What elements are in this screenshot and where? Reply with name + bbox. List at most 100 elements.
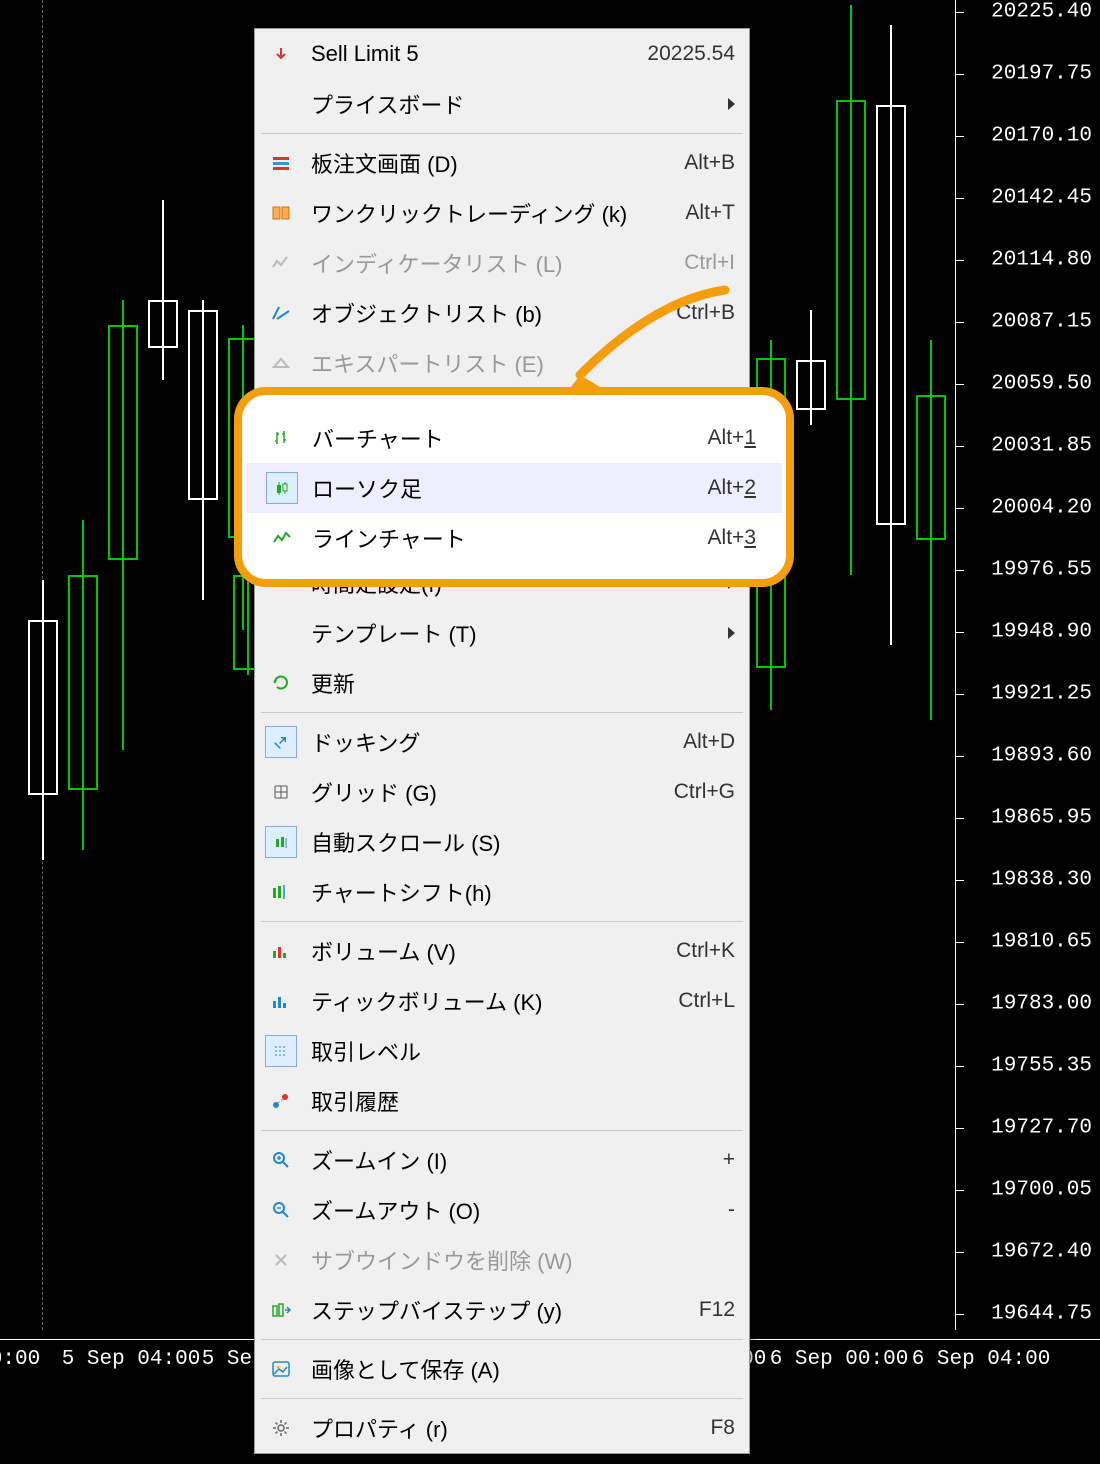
menu-shortcut: Alt+D — [683, 730, 735, 754]
tick-volume-icon — [265, 985, 297, 1017]
chart-shift-icon — [265, 876, 297, 908]
one-click-icon — [265, 197, 297, 229]
menu-separator — [261, 712, 743, 713]
menu-label: サブウインドウを削除 (W) — [311, 1244, 735, 1276]
menu-value: 20225.54 — [647, 42, 735, 66]
trade-levels-icon — [265, 1035, 297, 1067]
menu-properties[interactable]: プロパティ (r) F8 — [255, 1403, 749, 1453]
time-label: 6 Sep 00:00 — [770, 1348, 909, 1371]
price-label: 19783.00 — [991, 993, 1092, 1016]
menu-separator — [261, 1339, 743, 1340]
pin-icon — [265, 726, 297, 758]
menu-sell-limit[interactable]: Sell Limit 5 20225.54 — [255, 29, 749, 79]
menu-shortcut: + — [723, 1148, 735, 1172]
auto-scroll-icon — [265, 826, 297, 858]
menu-shortcut: F8 — [710, 1416, 735, 1440]
price-label: 20031.85 — [991, 435, 1092, 458]
menu-shortcut: F12 — [699, 1298, 735, 1322]
menu-shortcut: Ctrl+L — [678, 989, 735, 1013]
price-label: 20114.80 — [991, 249, 1092, 272]
menu-tick-volume[interactable]: ティックボリューム (K) Ctrl+L — [255, 976, 749, 1026]
zoom-in-icon — [265, 1144, 297, 1176]
menu-label: ティックボリューム (K) — [311, 985, 678, 1017]
price-label: 19976.55 — [991, 559, 1092, 582]
menu-label: 画像として保存 (A) — [311, 1353, 735, 1385]
menu-save-image[interactable]: 画像として保存 (A) — [255, 1344, 749, 1394]
menu-label: 更新 — [311, 667, 735, 699]
menu-label: ステップバイステップ (y) — [311, 1294, 699, 1326]
menu-docking[interactable]: ドッキング Alt+D — [255, 717, 749, 767]
menu-label: Sell Limit 5 — [311, 41, 647, 67]
price-label: 20197.75 — [991, 63, 1092, 86]
menu-label: プロパティ (r) — [311, 1412, 710, 1444]
menu-label: 取引履歴 — [311, 1085, 735, 1117]
indicator-icon — [265, 247, 297, 279]
menu-label: 取引レベル — [311, 1035, 735, 1067]
object-list-icon — [265, 297, 297, 329]
menu-trade-history[interactable]: 取引履歴 — [255, 1076, 749, 1126]
price-label: 19948.90 — [991, 621, 1092, 644]
price-label: 20225.40 — [991, 1, 1092, 24]
menu-trade-levels[interactable]: 取引レベル — [255, 1026, 749, 1076]
menu-label: ズームイン (I) — [311, 1144, 723, 1176]
menu-label: グリッド (G) — [311, 776, 674, 808]
price-axis: 20225.40 20197.75 20170.10 20142.45 2011… — [955, 0, 1100, 1330]
menu-separator — [261, 133, 743, 134]
menu-chart-type-area — [255, 388, 749, 558]
sell-arrow-icon — [265, 38, 297, 70]
menu-shortcut: Ctrl+K — [676, 939, 735, 963]
refresh-icon — [265, 667, 297, 699]
menu-chart-shift[interactable]: チャートシフト(h) — [255, 867, 749, 917]
price-label: 19865.95 — [991, 807, 1092, 830]
menu-depth-of-market[interactable]: 板注文画面 (D) Alt+B — [255, 138, 749, 188]
time-label: 0:00 — [0, 1348, 40, 1371]
menu-label: ボリューム (V) — [311, 935, 676, 967]
menu-shortcut: - — [728, 1198, 735, 1222]
menu-shortcut: Ctrl+G — [674, 780, 735, 804]
menu-zoom-out[interactable]: ズームアウト (O) - — [255, 1185, 749, 1235]
menu-step-by-step[interactable]: ステップバイステップ (y) F12 — [255, 1285, 749, 1335]
submenu-arrow-icon — [728, 98, 735, 110]
menu-price-board[interactable]: プライスボード — [255, 79, 749, 129]
gear-icon — [265, 1412, 297, 1444]
menu-label: チャートシフト(h) — [311, 876, 735, 908]
volume-icon — [265, 935, 297, 967]
context-menu: Sell Limit 5 20225.54 プライスボード 板注文画面 (D) … — [254, 28, 750, 1454]
price-label: 20087.15 — [991, 311, 1092, 334]
trade-history-icon — [265, 1085, 297, 1117]
price-label: 20142.45 — [991, 187, 1092, 210]
price-label: 19810.65 — [991, 931, 1092, 954]
menu-zoom-in[interactable]: ズームイン (I) + — [255, 1135, 749, 1185]
price-label: 19727.70 — [991, 1117, 1092, 1140]
menu-refresh[interactable]: 更新 — [255, 658, 749, 708]
menu-one-click-trading[interactable]: ワンクリックトレーディング (k) Alt+T — [255, 188, 749, 238]
menu-label: 自動スクロール (S) — [311, 826, 735, 858]
menu-shortcut: Alt+B — [684, 151, 735, 175]
price-label: 19921.25 — [991, 683, 1092, 706]
menu-label: ズームアウト (O) — [311, 1194, 728, 1226]
menu-timeframe[interactable]: 時間足設定(f) — [255, 558, 749, 608]
menu-label: ドッキング — [311, 726, 683, 758]
menu-auto-scroll[interactable]: 自動スクロール (S) — [255, 817, 749, 867]
menu-volume[interactable]: ボリューム (V) Ctrl+K — [255, 926, 749, 976]
price-label: 19838.30 — [991, 869, 1092, 892]
depth-icon — [265, 147, 297, 179]
menu-separator — [261, 1398, 743, 1399]
menu-label: テンプレート (T) — [311, 617, 720, 649]
menu-label: 板注文画面 (D) — [311, 147, 684, 179]
zoom-out-icon — [265, 1194, 297, 1226]
menu-shortcut: Alt+T — [685, 201, 735, 225]
time-label: 6 Sep 04:00 — [912, 1348, 1051, 1371]
menu-label: プライスボード — [311, 88, 720, 120]
price-label: 20004.20 — [991, 497, 1092, 520]
menu-shortcut: Ctrl+I — [684, 251, 735, 275]
price-label: 19644.75 — [991, 1303, 1092, 1326]
menu-template[interactable]: テンプレート (T) — [255, 608, 749, 658]
menu-delete-subwindow: サブウインドウを削除 (W) — [255, 1235, 749, 1285]
price-label: 19700.05 — [991, 1179, 1092, 1202]
price-label: 20170.10 — [991, 125, 1092, 148]
menu-separator — [261, 921, 743, 922]
menu-separator — [261, 1130, 743, 1131]
callout-arrow-icon — [545, 280, 735, 410]
menu-grid[interactable]: グリッド (G) Ctrl+G — [255, 767, 749, 817]
